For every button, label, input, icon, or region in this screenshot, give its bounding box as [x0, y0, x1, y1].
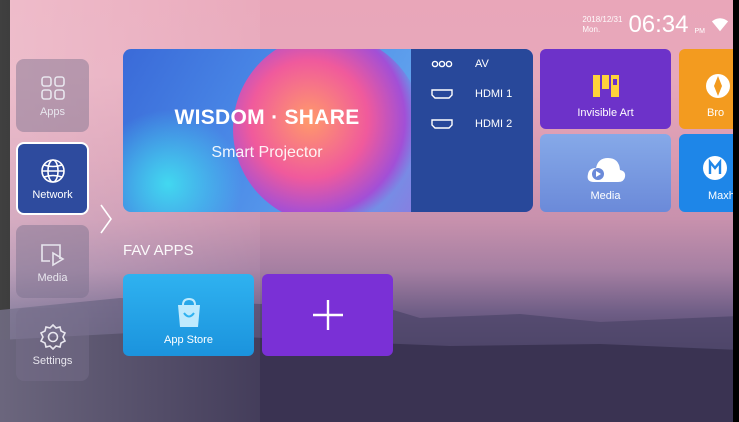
maxhub-icon — [703, 156, 727, 180]
hero-banner[interactable]: WISDOM · SHARE Smart Projector AV HDMI 1… — [123, 49, 533, 212]
plus-icon — [312, 300, 343, 330]
wifi-icon — [711, 18, 729, 32]
app-tile-invisible-art[interactable]: Invisible Art — [540, 49, 671, 129]
date-block: 2018/12/31 Mon. — [582, 15, 622, 35]
chevron-right-icon[interactable] — [98, 203, 114, 235]
apps-grid-icon — [40, 76, 65, 100]
app-tile-maxhub[interactable]: Maxhu — [679, 134, 739, 212]
gear-icon — [39, 323, 66, 351]
hero-subtitle: Smart Projector — [211, 144, 323, 161]
av-icon — [431, 59, 459, 69]
app-tile-label: Invisible Art — [577, 107, 634, 119]
globe-icon — [40, 159, 65, 183]
input-source-hdmi2[interactable]: HDMI 2 — [411, 109, 533, 139]
hdmi-icon — [431, 89, 459, 99]
sidebar-item-label: Apps — [39, 106, 66, 118]
app-store-bag-icon — [177, 298, 200, 327]
media-play-icon — [40, 244, 65, 267]
hdmi-icon — [431, 119, 459, 129]
hero-decor-blob — [233, 49, 423, 212]
add-fav-app-button[interactable] — [262, 274, 393, 356]
date-text: 2018/12/31 — [582, 15, 623, 24]
app-tile-label: App Store — [164, 334, 213, 346]
status-bar: 2018/12/31 Mon. 06:34 PM — [582, 12, 729, 38]
sidebar-item-label: Media — [37, 272, 68, 284]
browser-compass-icon — [706, 74, 730, 98]
input-source-label: AV — [475, 58, 489, 70]
app-tile-label: Bro — [707, 107, 725, 119]
sidebar-item-network[interactable]: Network — [16, 142, 89, 215]
fav-app-app-store[interactable]: App Store — [123, 274, 254, 356]
sidebar-item-label: Settings — [32, 355, 73, 367]
weekday-text: Mon. — [582, 25, 601, 34]
app-tile-media[interactable]: Media — [540, 134, 671, 212]
input-source-panel: AV HDMI 1 HDMI 2 — [411, 49, 533, 212]
fav-apps-heading: FAV APPS — [123, 242, 194, 259]
media-cloud-icon — [587, 158, 625, 182]
clock-ampm: PM — [694, 28, 706, 35]
sidebar-item-media[interactable]: Media — [16, 225, 89, 298]
projector-home-screen: 2018/12/31 Mon. 06:34 PM Apps Network Me… — [0, 0, 739, 422]
sidebar-item-settings[interactable]: Settings — [16, 308, 89, 381]
sidebar-item-label: Network — [32, 189, 73, 201]
invisible-art-icon — [592, 75, 619, 97]
app-tile-browser[interactable]: Bro — [679, 49, 739, 129]
app-tile-label: Media — [590, 190, 621, 202]
input-source-label: HDMI 1 — [475, 88, 513, 100]
app-tile-label: Maxhu — [708, 190, 739, 202]
input-source-label: HDMI 2 — [475, 118, 513, 130]
sidebar-item-apps[interactable]: Apps — [16, 59, 89, 132]
input-source-av[interactable]: AV — [411, 49, 533, 79]
hero-title: WISDOM · SHARE — [174, 106, 360, 129]
input-source-hdmi1[interactable]: HDMI 1 — [411, 79, 533, 109]
clock-time: 06:34 — [628, 11, 689, 38]
